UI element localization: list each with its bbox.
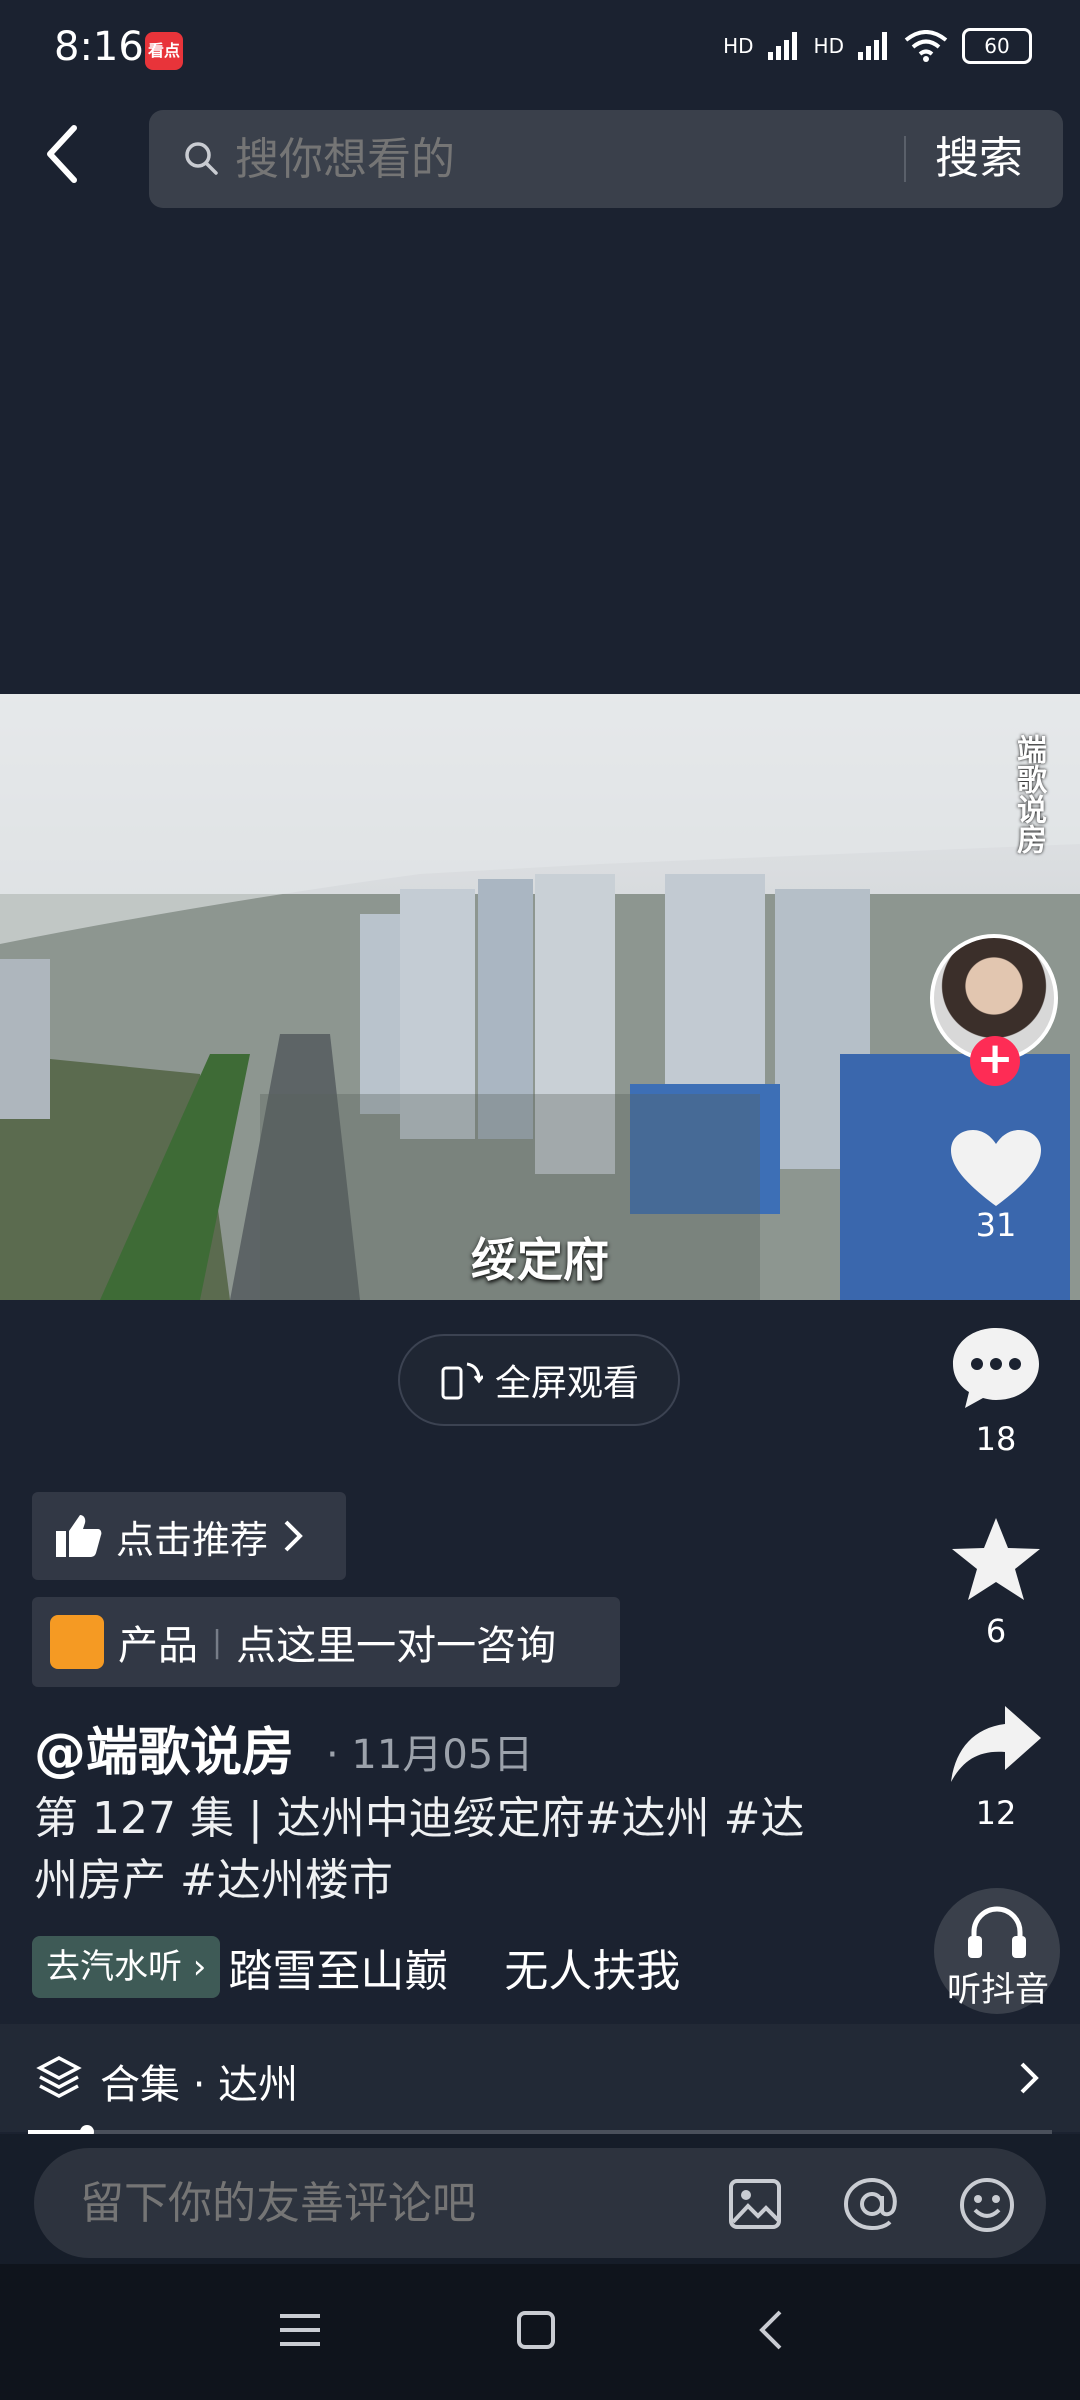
music-row: 去汽水听 › 踏雪至山巅 无人扶我 [32,1936,680,1998]
signal-hd-label-2: HD [813,34,844,58]
heart-icon [951,1130,1041,1206]
qishui-music-label: 去汽水听 [46,1947,182,1987]
layers-icon [36,2056,82,2098]
wifi-icon [904,30,948,62]
star-icon [952,1518,1040,1600]
like-count: 31 [975,1206,1017,1244]
mention-icon[interactable] [842,2176,902,2232]
signal-hd-label: HD [723,34,754,58]
thumbs-up-icon [56,1515,102,1557]
chevron-left-icon [47,125,77,183]
qishui-music-button[interactable]: 去汽水听 › [32,1936,221,1998]
collection-bar[interactable]: 合集 · 达州 [0,2024,1080,2132]
signal-icon [767,32,797,60]
recommend-label: 点击推荐 [116,1517,269,1562]
product-tag: 产品 [118,1623,198,1669]
post-description: 第 127 集 | 达州中迪绥定府#达州 #达州房产 #达州楼市 [34,1793,805,1906]
home-icon[interactable] [516,2310,556,2350]
app-notification-icon: 看点 [145,32,183,70]
favorite-count: 6 [985,1612,1007,1650]
comment-input-container [34,2148,1046,2258]
video-frame-image [0,694,1080,1300]
author-name[interactable]: @端歌说房 [34,1710,294,1785]
recommend-button[interactable]: 点击推荐 [32,1492,346,1580]
search-divider [904,136,906,182]
follow-button[interactable]: + [970,1036,1020,1086]
signal-icon-2 [858,32,887,60]
status-icons: HD HD 60 [723,28,1032,64]
like-button[interactable]: 31 [926,1130,1066,1244]
search-input[interactable] [235,128,835,190]
back-button[interactable] [42,122,102,202]
share-icon [951,1706,1041,1782]
search-icon [185,142,218,175]
image-icon[interactable] [728,2178,782,2230]
comment-input[interactable] [80,2172,680,2234]
listen-douyin-label: 听抖音 [947,1970,1049,2010]
comment-button[interactable]: 18 [926,1326,1066,1458]
fullscreen-label: 全屏观看 [494,1363,639,1404]
video-caption: 绥定府 [471,1233,609,1287]
video-player[interactable]: 端歌说房 绥定府 [0,694,1080,1300]
fullscreen-rotate-icon [441,1362,483,1400]
comment-count: 18 [975,1420,1017,1458]
post-date: · 11月05日 [326,1732,534,1778]
search-bar: 搜索 [149,110,1063,208]
product-separator: | [212,1624,223,1660]
battery-icon: 60 [962,28,1032,64]
collection-label: 合集 · 达州 [100,2062,299,2108]
fullscreen-button[interactable]: 全屏观看 [398,1334,680,1426]
share-button[interactable]: 12 [926,1704,1066,1832]
comment-icon [953,1328,1039,1408]
status-time: 8:16 [54,24,144,70]
search-button[interactable]: 搜索 [935,128,1023,190]
product-label: 点这里一对一咨询 [236,1623,557,1669]
comment-bar [0,2134,1080,2264]
nav-back-icon[interactable] [756,2308,784,2352]
status-bar: 8:16 看点 HD HD 60 [0,0,1080,100]
chevron-right-icon [284,1520,303,1552]
menu-icon[interactable] [280,2312,320,2348]
favorite-button[interactable]: 6 [926,1516,1066,1650]
product-consult-button[interactable]: 产品 | 点这里一对一咨询 [32,1597,620,1687]
chevron-right-icon [1020,2062,1039,2094]
emoji-icon[interactable] [958,2176,1016,2234]
video-watermark: 端歌说房 [1011,734,1046,854]
music-title[interactable]: 踏雪至山巅 无人扶我 [228,1935,680,1999]
share-count: 12 [975,1794,1017,1832]
system-nav-bar [0,2264,1080,2400]
product-document-icon [50,1615,104,1669]
headphones-icon [968,1906,1026,1958]
